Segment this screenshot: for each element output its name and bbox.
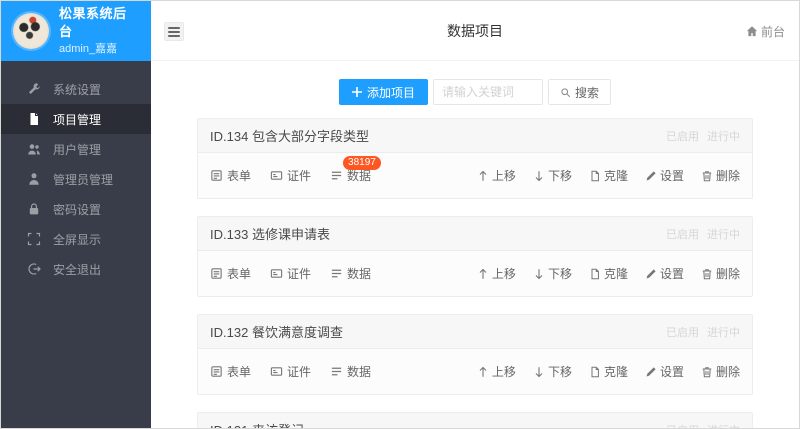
status-enabled-badge: 已启用 (666, 128, 699, 144)
pencil-icon (645, 170, 657, 182)
status-running-badge: 进行中 (707, 128, 740, 144)
sidebar-item-user-management[interactable]: 用户管理 (1, 134, 151, 164)
sidebar-header: 松果系统后台 admin_嘉嘉 (1, 1, 151, 61)
project-card: ID.133 选修课申请表 已启用 进行中 表单 (197, 216, 753, 297)
admin-app: 松果系统后台 admin_嘉嘉 系统设置 项目管理 用户管 (0, 0, 800, 429)
delete-action[interactable]: 删除 (701, 265, 740, 282)
avatar (13, 13, 49, 49)
sidebar-item-fullscreen[interactable]: 全屏显示 (1, 224, 151, 254)
settings-action[interactable]: 设置 (645, 265, 684, 282)
arrow-down-icon (533, 268, 545, 280)
id-card-icon (270, 365, 283, 378)
trash-icon (701, 170, 713, 182)
project-list: ID.134 包含大部分字段类型 已启用 进行中 表单 (197, 118, 753, 429)
clone-action[interactable]: 克隆 (589, 265, 628, 282)
project-card: ID.132 餐饮满意度调查 已启用 进行中 表单 (197, 314, 753, 395)
status-enabled-badge: 已启用 (666, 422, 699, 429)
data-link[interactable]: 数据 (330, 265, 371, 282)
move-down-action[interactable]: 下移 (533, 363, 572, 380)
certificate-link[interactable]: 证件 (270, 363, 311, 380)
arrow-down-icon (533, 366, 545, 378)
project-title: ID.133 选修课申请表 (210, 224, 330, 243)
file-icon (27, 112, 41, 126)
delete-action[interactable]: 删除 (701, 363, 740, 380)
trash-icon (701, 366, 713, 378)
lock-icon (27, 202, 41, 216)
sidebar-item-logout[interactable]: 安全退出 (1, 254, 151, 284)
topbar: 数据项目 前台 (151, 1, 799, 61)
form-link[interactable]: 表单 (210, 363, 251, 380)
sidebar-item-admin-management[interactable]: 管理员管理 (1, 164, 151, 194)
status-running-badge: 进行中 (707, 226, 740, 242)
logged-in-user: admin_嘉嘉 (59, 42, 139, 57)
copy-page-icon (589, 366, 601, 378)
sidebar-item-password-settings[interactable]: 密码设置 (1, 194, 151, 224)
status-enabled-badge: 已启用 (666, 226, 699, 242)
users-icon (27, 142, 41, 156)
toolbar: 添加项目 搜索 (151, 79, 799, 105)
arrow-down-icon (533, 170, 545, 182)
settings-action[interactable]: 设置 (645, 167, 684, 184)
wrench-icon (27, 82, 41, 96)
data-link[interactable]: 数据 (330, 363, 371, 380)
move-up-action[interactable]: 上移 (477, 265, 516, 282)
move-down-action[interactable]: 下移 (533, 265, 572, 282)
status-enabled-badge: 已启用 (666, 324, 699, 340)
data-list-icon (330, 169, 343, 182)
delete-action[interactable]: 删除 (701, 167, 740, 184)
form-link[interactable]: 表单 (210, 265, 251, 282)
page-title: 数据项目 (151, 1, 799, 61)
sidebar-item-project-management[interactable]: 项目管理 (1, 104, 151, 134)
sidebar: 松果系统后台 admin_嘉嘉 系统设置 项目管理 用户管 (1, 1, 151, 428)
form-icon (210, 267, 223, 280)
trash-icon (701, 268, 713, 280)
plus-icon (352, 87, 362, 97)
form-icon (210, 365, 223, 378)
project-title: ID.134 包含大部分字段类型 (210, 126, 369, 145)
data-link[interactable]: 数据 38197 (330, 167, 371, 184)
keyword-search-input[interactable] (433, 79, 543, 105)
certificate-link[interactable]: 证件 (270, 265, 311, 282)
move-down-action[interactable]: 下移 (533, 167, 572, 184)
sidebar-menu: 系统设置 项目管理 用户管理 管理员管理 (1, 74, 151, 284)
logout-icon (27, 262, 41, 276)
project-card: ID.134 包含大部分字段类型 已启用 进行中 表单 (197, 118, 753, 199)
sidebar-item-system-settings[interactable]: 系统设置 (1, 74, 151, 104)
home-icon (746, 25, 758, 37)
project-title: ID.132 餐饮满意度调查 (210, 322, 343, 341)
arrow-up-icon (477, 366, 489, 378)
status-running-badge: 进行中 (707, 324, 740, 340)
status-running-badge: 进行中 (707, 422, 740, 429)
form-icon (210, 169, 223, 182)
data-count-badge: 38197 (343, 156, 381, 170)
move-up-action[interactable]: 上移 (477, 363, 516, 380)
move-up-action[interactable]: 上移 (477, 167, 516, 184)
app-title: 松果系统后台 (59, 5, 139, 40)
settings-action[interactable]: 设置 (645, 363, 684, 380)
copy-page-icon (589, 170, 601, 182)
data-list-icon (330, 267, 343, 280)
search-button[interactable]: 搜索 (548, 79, 611, 105)
search-icon (560, 87, 571, 98)
project-card: ID.131 来访登记 已启用 进行中 表单 (197, 412, 753, 429)
form-link[interactable]: 表单 (210, 167, 251, 184)
copy-page-icon (589, 268, 601, 280)
clone-action[interactable]: 克隆 (589, 363, 628, 380)
frontend-link[interactable]: 前台 (746, 1, 785, 61)
fullscreen-icon (27, 232, 41, 246)
project-title: ID.131 来访登记 (210, 420, 304, 429)
clone-action[interactable]: 克隆 (589, 167, 628, 184)
pencil-icon (645, 366, 657, 378)
pencil-icon (645, 268, 657, 280)
main-area: 数据项目 前台 添加项目 搜索 ID.134 包含大部分字段类 (151, 1, 799, 428)
arrow-up-icon (477, 268, 489, 280)
id-card-icon (270, 169, 283, 182)
id-card-icon (270, 267, 283, 280)
add-project-button[interactable]: 添加项目 (339, 79, 428, 105)
data-list-icon (330, 365, 343, 378)
admin-user-icon (27, 172, 41, 186)
arrow-up-icon (477, 170, 489, 182)
certificate-link[interactable]: 证件 (270, 167, 311, 184)
